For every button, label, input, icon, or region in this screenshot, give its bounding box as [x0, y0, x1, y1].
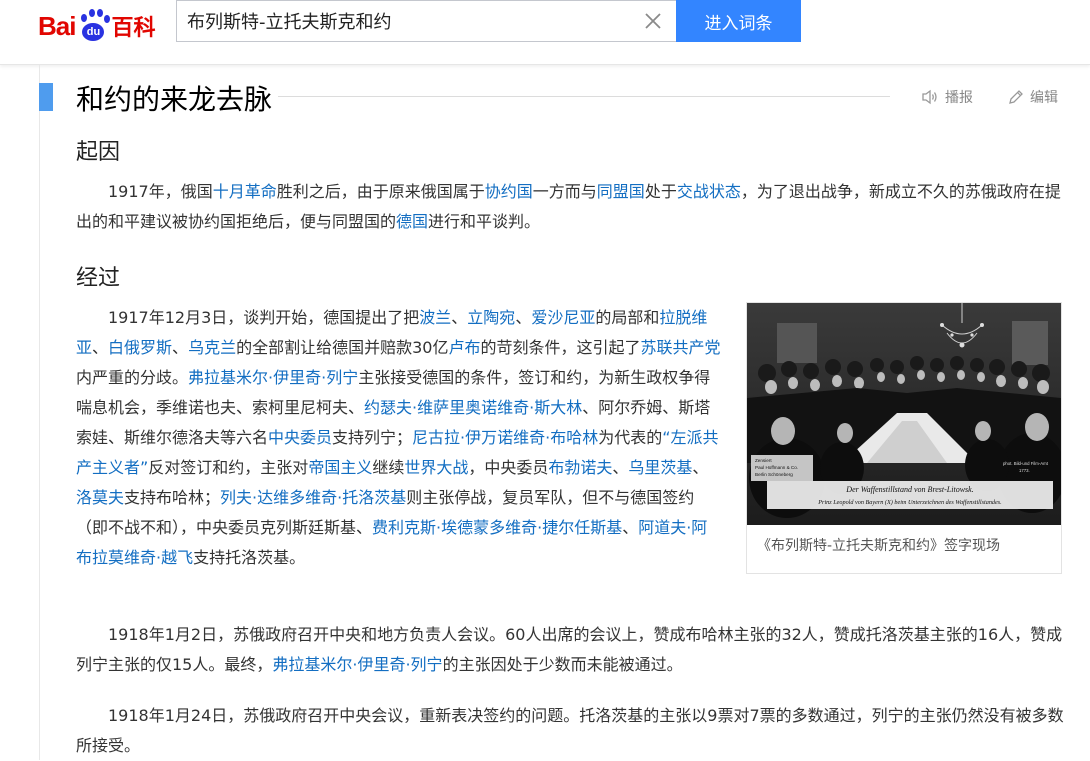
article-content: 和约的来龙去脉 播报 编辑 起因 1917年，俄国十月革命胜利之后，由于原来俄国… [0, 65, 1090, 760]
text-run: 的苛刻条件，这引起了 [480, 338, 641, 357]
inline-link[interactable]: 洛莫夫 [76, 488, 124, 507]
enter-entry-button[interactable]: 进入词条 [676, 0, 801, 42]
edit-button[interactable]: 编辑 [1008, 87, 1058, 107]
inline-link[interactable]: 尼古拉·伊万诺维奇·布哈林 [412, 428, 598, 447]
search-box [176, 0, 676, 42]
top-bar: Bai du 百科 进入词条 [0, 0, 1090, 65]
photo-inscription-line2: Prinz Leopold von Bayern (X) beim Unterz… [817, 499, 1001, 506]
inline-link[interactable]: 苏联共产党 [640, 338, 720, 357]
text-run: 1917年，俄国 [108, 182, 213, 201]
logo-text-baike: 百科 [111, 16, 156, 41]
treaty-signing-photo[interactable]: Der Waffenstillstand von Brest-Litowsk. … [747, 303, 1061, 525]
inline-link[interactable]: 列夫·达维多维奇·托洛茨基 [220, 488, 406, 507]
photo-stamp-left-1: Zensiert [755, 458, 772, 463]
text-run: 的主张因处于少数而未能被通过。 [442, 655, 683, 674]
subheading-cause: 起因 [76, 140, 121, 165]
inline-link[interactable]: 白俄罗斯 [108, 338, 172, 357]
inline-link[interactable]: 卢布 [448, 338, 480, 357]
photo-caption: 《布列斯特-立托夫斯克和约》签字现场 [757, 538, 1001, 554]
inline-link[interactable]: 乌克兰 [188, 338, 236, 357]
process-paragraph-1: 1917年12月3日，谈判开始，德国提出了把波兰、立陶宛、爱沙尼亚的局部和拉脱维… [76, 303, 722, 573]
listen-button[interactable]: 播报 [921, 87, 973, 107]
edit-label: 编辑 [1030, 90, 1058, 106]
section-title: 和约的来龙去脉 [76, 83, 273, 116]
inline-link[interactable]: 乌里茨基 [628, 458, 692, 477]
photo-stamp-right-2: 1773. [1019, 468, 1030, 473]
process-paragraph-3: 1918年1月24日，苏俄政府召开中央会议，重新表决签约的问题。托洛茨基的主张以… [76, 701, 1066, 761]
clear-icon[interactable] [644, 12, 662, 30]
section-marker [39, 83, 53, 111]
inline-link[interactable]: 费利克斯·埃德蒙多维奇·捷尔任斯基 [372, 518, 622, 537]
text-run: 反对签订和约，主张对 [148, 458, 309, 477]
text-run: 支持托洛茨基。 [193, 548, 306, 567]
logo-text-bai: Bai [38, 10, 76, 41]
text-run: 、 [451, 308, 468, 327]
pencil-icon [1009, 90, 1023, 104]
inline-link[interactable]: 中央委员 [268, 428, 332, 447]
listen-label: 播报 [945, 90, 973, 106]
inline-link[interactable]: 约瑟夫·维萨里奥诺维奇·斯大林 [364, 398, 582, 417]
text-run: 支持列宁； [332, 428, 413, 447]
photo-illustration: Der Waffenstillstand von Brest-Litowsk. … [747, 303, 1061, 525]
text-run: 内严重的分歧。 [76, 368, 189, 387]
text-run: 一方而与 [532, 182, 597, 201]
inline-link[interactable]: 布勃诺夫 [548, 458, 612, 477]
inline-link[interactable]: 立陶宛 [467, 308, 515, 327]
photo-inscription-line1: Der Waffenstillstand von Brest-Litowsk. [845, 485, 973, 494]
text-run: 、 [515, 308, 532, 327]
text-run: 、 [92, 338, 109, 357]
text-run: 、 [622, 518, 639, 537]
photo-card[interactable]: Der Waffenstillstand von Brest-Litowsk. … [746, 302, 1062, 574]
inline-link[interactable]: 爱沙尼亚 [531, 308, 595, 327]
paw-icon: du [76, 9, 111, 43]
inline-link[interactable]: 世界大战 [404, 458, 468, 477]
inline-link[interactable]: 同盟国 [597, 182, 645, 201]
subheading-process: 经过 [76, 266, 121, 291]
text-run: ，中央委员 [468, 458, 549, 477]
inline-link[interactable]: 交战状态 [677, 182, 741, 201]
text-run: 1917年12月3日，谈判开始，德国提出了把 [108, 308, 420, 327]
text-run: 为代表的 [598, 428, 663, 447]
photo-stamp-left-2: Paul Hoffmann & Co. [755, 465, 798, 470]
search-input[interactable] [177, 1, 637, 41]
inline-link[interactable]: 十月革命 [213, 182, 277, 201]
inline-link[interactable]: 帝国主义 [308, 458, 372, 477]
cause-paragraph: 1917年，俄国十月革命胜利之后，由于原来俄国属于协约国一方而与同盟国处于交战状… [76, 177, 1066, 237]
text-run: 、 [612, 458, 629, 477]
photo-stamp-left-3: Berlin Schöneberg [755, 472, 793, 477]
inline-link[interactable]: 波兰 [419, 308, 451, 327]
inline-link[interactable]: 弗拉基米尔·伊里奇·列宁 [272, 655, 442, 674]
process-paragraph-2: 1918年1月2日，苏俄政府召开中央和地方负责人会议。60人出席的会议上，赞成布… [76, 620, 1066, 680]
baidu-baike-logo[interactable]: Bai du 百科 [38, 4, 155, 48]
inline-link[interactable]: 弗拉基米尔·伊里奇·列宁 [188, 368, 358, 387]
text-run: 的局部和 [595, 308, 660, 327]
text-run: 、 [692, 458, 709, 477]
text-run: 处于 [644, 182, 677, 201]
text-run: 支持布哈林； [124, 488, 221, 507]
title-divider [278, 96, 890, 97]
text-run: 、 [172, 338, 189, 357]
text-run: 进行和平谈判。 [428, 212, 541, 231]
inline-link[interactable]: 德国 [396, 212, 428, 231]
text-run: 1918年1月24日，苏俄政府召开中央会议，重新表决签约的问题。托洛茨基的主张以… [76, 706, 1064, 755]
photo-stamp-right-1: phot. Bild-und Film-Amt [1003, 461, 1049, 466]
left-divider [39, 65, 40, 760]
text-run: 胜利之后，由于原来俄国属于 [276, 182, 485, 201]
inline-link[interactable]: 协约国 [485, 182, 533, 201]
speaker-icon [922, 89, 937, 105]
logo-text-du: du [82, 23, 105, 41]
text-run: 的全部割让给德国并赔款30亿 [236, 338, 449, 357]
text-run: 继续 [372, 458, 405, 477]
